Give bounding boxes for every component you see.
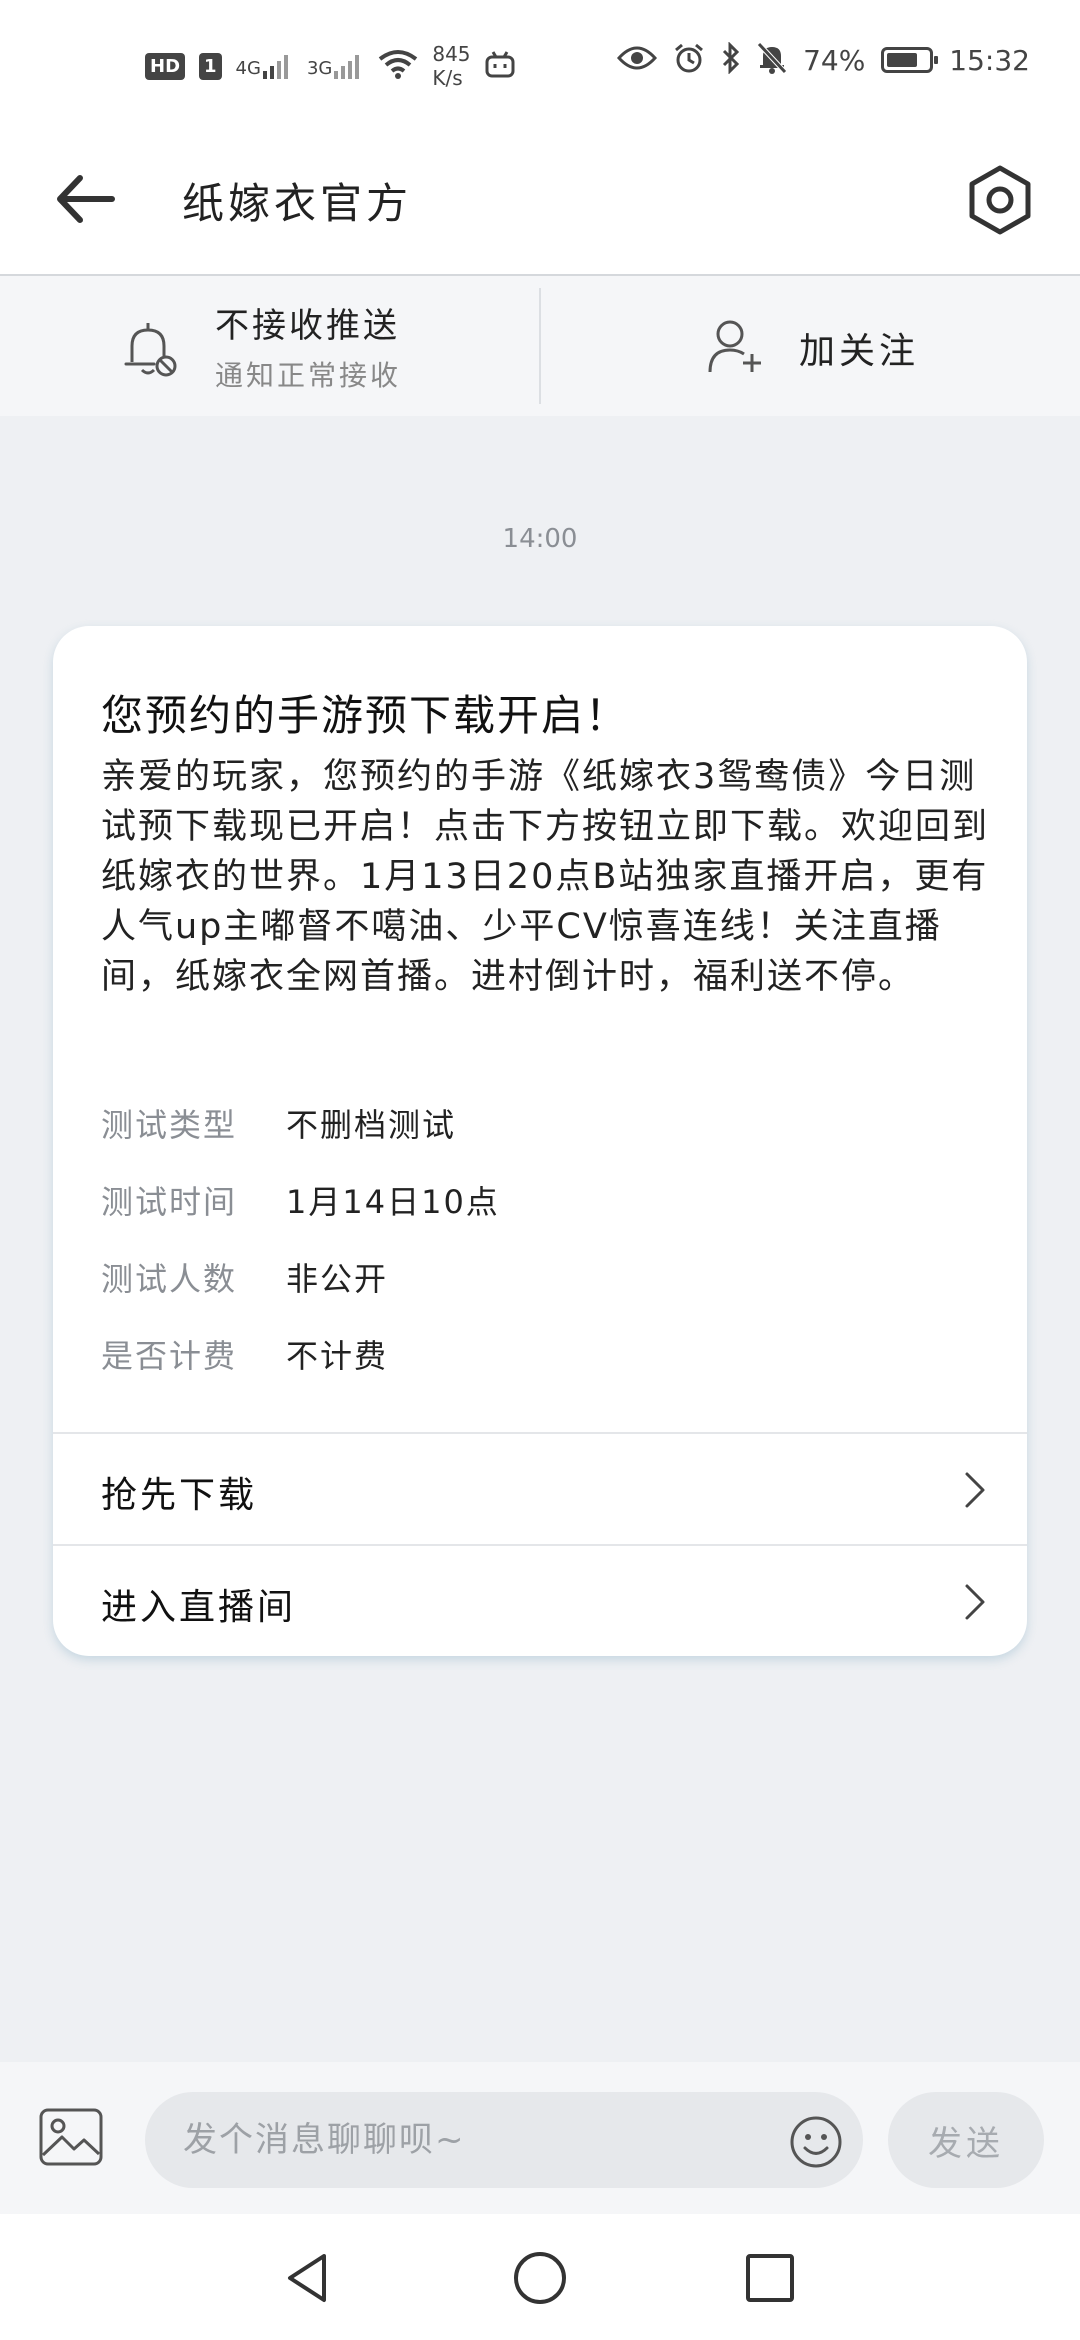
chevron-right-icon — [965, 1584, 985, 1620]
back-button[interactable] — [50, 164, 120, 234]
hexagon-gear-icon — [969, 165, 1031, 235]
battery-fill — [887, 53, 917, 67]
net-speed-unit: K/s — [432, 66, 463, 90]
net-speed: 845 K/s — [432, 42, 470, 90]
image-button[interactable] — [38, 2107, 104, 2167]
message-card: 您预约的手游预下载开启！ 亲爱的玩家，您预约的手游《纸嫁衣3鸳鸯债》今日测试预下… — [53, 626, 1027, 1656]
eye-icon — [617, 44, 658, 76]
bell-off-icon — [124, 323, 177, 377]
status-right: 74% 15:32 — [617, 41, 1030, 78]
user-plus-icon — [708, 320, 761, 373]
arrow-left-icon — [57, 175, 115, 223]
app-header: 纸嫁衣官方 — [0, 130, 1080, 276]
live-room-action[interactable]: 进入直播间 — [53, 1546, 1027, 1656]
nav-home-button[interactable] — [512, 2250, 568, 2306]
chevron-right-icon — [965, 1472, 985, 1508]
download-action-label: 抢先下载 — [101, 1475, 258, 1516]
send-button[interactable]: 发送 — [888, 2092, 1044, 2188]
circle-home-icon — [514, 2252, 566, 2304]
push-setting-title: 不接收推送 — [215, 306, 400, 346]
net-speed-value: 845 — [432, 42, 471, 66]
settings-button[interactable] — [960, 160, 1040, 240]
info-key: 测试类型 — [101, 1106, 238, 1144]
triangle-back-icon — [288, 2254, 326, 2302]
image-icon — [39, 2108, 103, 2166]
card-title: 您预约的手游预下载开启！ — [101, 691, 630, 740]
signal-4g-icon: 4G — [236, 53, 293, 79]
battery-percent: 74% — [803, 43, 866, 77]
subscription-bar: 不接收推送 通知正常接收 加关注 — [0, 276, 1080, 416]
mute-bell-icon — [757, 42, 787, 78]
hd-badge: HD — [145, 52, 186, 80]
info-key: 测试人数 — [101, 1260, 238, 1298]
info-key: 测试时间 — [101, 1183, 238, 1221]
wifi-icon — [378, 49, 418, 83]
sim-badge: 1 — [199, 52, 222, 80]
info-value: 非公开 — [286, 1260, 389, 1298]
alarm-icon — [673, 42, 705, 78]
info-value: 不计费 — [286, 1337, 389, 1375]
info-row: 测试时间 1月14日10点 — [101, 1177, 500, 1227]
info-value: 不删档测试 — [286, 1106, 457, 1144]
info-row: 测试人数 非公开 — [101, 1254, 388, 1304]
battery-icon — [881, 47, 939, 73]
follow-button[interactable]: 加关注 — [541, 276, 1080, 416]
system-nav-bar — [0, 2214, 1080, 2340]
status-bar: HD 1 4G 3G 845 K/s 74% 15:32 — [0, 0, 1080, 130]
push-setting-button[interactable]: 不接收推送 通知正常接收 — [0, 276, 540, 416]
signal-3g-icon: 3G — [307, 53, 364, 79]
page-title: 纸嫁衣官方 — [182, 179, 413, 228]
bilibili-icon — [485, 50, 515, 82]
live-room-action-label: 进入直播间 — [101, 1587, 297, 1628]
card-body: 亲爱的玩家，您预约的手游《纸嫁衣3鸳鸯债》今日测试预下载现已开启！点击下方按钮立… — [101, 757, 990, 997]
square-recent-icon — [746, 2254, 794, 2302]
message-timestamp: 14:00 — [502, 524, 578, 554]
push-setting-subtitle: 通知正常接收 — [215, 359, 402, 392]
info-key: 是否计费 — [101, 1337, 238, 1375]
info-row: 是否计费 不计费 — [101, 1331, 388, 1381]
status-time: 15:32 — [949, 43, 1030, 77]
status-left: HD 1 4G 3G 845 K/s — [145, 42, 515, 90]
input-bar: 发送 — [0, 2062, 1080, 2214]
smiley-icon — [790, 2116, 842, 2168]
signal-4g-label: 4G — [235, 58, 261, 79]
nav-recent-button[interactable] — [742, 2250, 798, 2306]
emoji-button[interactable] — [788, 2114, 844, 2170]
info-row: 测试类型 不删档测试 — [101, 1100, 456, 1150]
info-value: 1月14日10点 — [286, 1183, 500, 1221]
follow-label: 加关注 — [799, 331, 920, 372]
signal-3g-label: 3G — [306, 58, 333, 79]
download-action[interactable]: 抢先下载 — [53, 1434, 1027, 1544]
bluetooth-icon — [721, 41, 741, 78]
nav-back-button[interactable] — [280, 2250, 336, 2306]
message-input[interactable] — [145, 2092, 863, 2188]
